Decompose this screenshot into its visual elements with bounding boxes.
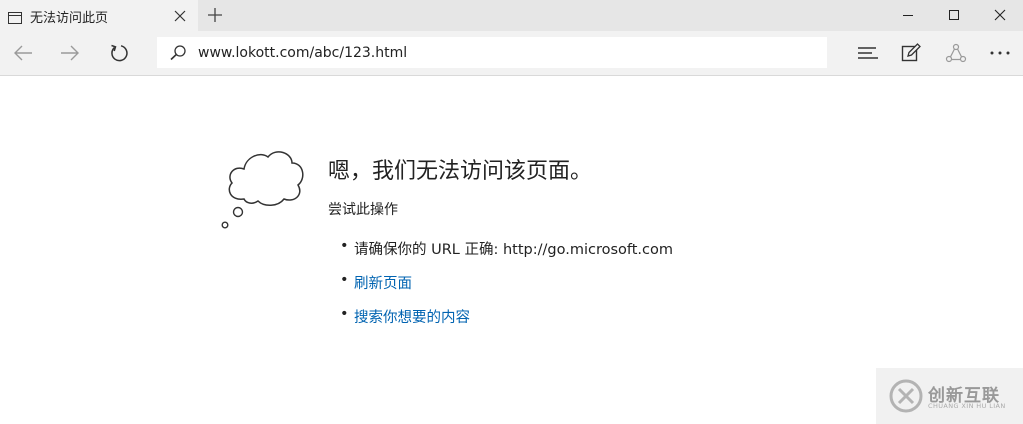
tab-bar: 无法访问此页 xyxy=(0,0,1023,31)
search-icon xyxy=(169,45,187,65)
close-icon[interactable] xyxy=(173,8,187,22)
web-note-icon xyxy=(901,43,921,62)
back-button[interactable] xyxy=(0,31,46,75)
forward-arrow-icon xyxy=(61,45,79,61)
tab-title: 无法访问此页 xyxy=(30,11,109,26)
forward-button[interactable] xyxy=(47,31,93,75)
share-icon xyxy=(945,43,967,63)
error-heading: 嗯，我们无法访问该页面。 xyxy=(328,159,593,184)
bullet: • xyxy=(340,238,349,254)
hub-button[interactable] xyxy=(845,31,889,75)
watermark-subtitle: CHUANG XIN HU LIAN xyxy=(928,402,1006,410)
page-icon xyxy=(8,9,22,24)
refresh-icon xyxy=(111,44,128,62)
bullet: • xyxy=(340,272,349,288)
watermark: 创新互联 CHUANG XIN HU LIAN xyxy=(876,368,1023,424)
check-url-text: 请确保你的 URL 正确: http://go.microsoft.com xyxy=(354,242,674,258)
hub-icon xyxy=(858,47,878,59)
bullet: • xyxy=(340,306,349,322)
back-arrow-icon xyxy=(14,45,32,61)
thought-cloud-icon xyxy=(218,145,308,237)
url-text[interactable]: www.lokott.com/abc/123.html xyxy=(198,45,407,61)
search-content-link[interactable]: 搜索你想要的内容 xyxy=(354,306,470,327)
refresh-button[interactable] xyxy=(96,31,142,75)
minimize-button[interactable] xyxy=(885,0,931,31)
minimize-icon xyxy=(903,15,913,16)
navigation-bar: www.lokott.com/abc/123.html xyxy=(0,31,1023,76)
window-close-button[interactable] xyxy=(977,0,1023,31)
web-note-button[interactable] xyxy=(889,31,933,75)
share-button[interactable] xyxy=(933,31,977,75)
address-bar[interactable]: www.lokott.com/abc/123.html xyxy=(157,37,827,68)
watermark-logo-icon xyxy=(888,378,924,418)
maximize-icon xyxy=(949,10,959,20)
plus-icon[interactable] xyxy=(206,6,224,24)
more-icon xyxy=(990,51,1010,55)
error-subheading: 尝试此操作 xyxy=(328,202,398,218)
refresh-page-link[interactable]: 刷新页面 xyxy=(354,272,412,293)
window-close-icon xyxy=(994,9,1006,21)
active-tab[interactable]: 无法访问此页 xyxy=(0,0,198,31)
maximize-button[interactable] xyxy=(931,0,977,31)
more-button[interactable] xyxy=(977,31,1021,75)
